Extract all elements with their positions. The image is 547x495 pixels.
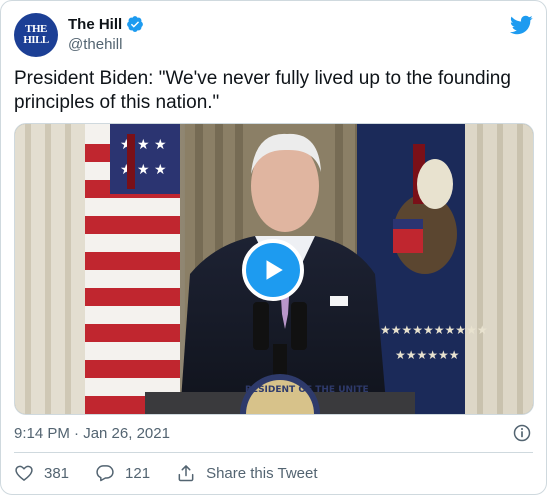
author-display-name[interactable]: The Hill <box>68 16 122 33</box>
verified-badge-icon <box>127 16 144 32</box>
avatar-text-line-2: HILL <box>23 34 49 46</box>
tweet-card: THE HILL The Hill @thehill President Bid… <box>0 0 547 495</box>
us-flag: ★ ★ ★ ★ ★ ★ <box>85 124 180 414</box>
tweet-header: THE HILL The Hill @thehill <box>14 13 533 57</box>
seal-text: RESIDENT OF THE UNITE <box>245 385 369 395</box>
play-icon <box>266 260 283 280</box>
info-icon[interactable] <box>512 423 532 443</box>
tweet-actions: 381 121 Share this Tweet <box>14 463 344 483</box>
divider <box>14 452 533 453</box>
share-label: Share this Tweet <box>206 464 318 482</box>
share-button[interactable]: Share this Tweet <box>176 463 318 483</box>
heart-icon <box>15 465 33 481</box>
share-icon <box>178 465 194 482</box>
tweet-timestamp[interactable]: 9:14 PM · Jan 26, 2021 <box>14 425 170 442</box>
twitter-bird-icon[interactable] <box>509 13 533 37</box>
svg-text:★★★★★★★★★★: ★★★★★★★★★★ <box>380 323 488 337</box>
tweet-text: President Biden: "We've never fully live… <box>14 68 511 113</box>
reply-count: 121 <box>125 464 151 482</box>
reply-button[interactable]: 121 <box>95 463 150 483</box>
like-button[interactable]: 381 <box>14 463 69 483</box>
play-button[interactable] <box>242 239 304 301</box>
author-name-row[interactable]: The Hill <box>68 15 144 33</box>
reply-icon <box>96 465 114 482</box>
avatar[interactable]: THE HILL <box>14 13 58 57</box>
like-count: 381 <box>44 464 70 482</box>
svg-text:★★★★★★: ★★★★★★ <box>395 348 460 362</box>
svg-text:★ ★ ★: ★ ★ ★ <box>120 137 167 153</box>
svg-text:★ ★ ★: ★ ★ ★ <box>120 162 167 178</box>
video-player[interactable]: ★ ★ ★ ★ ★ ★ ★★★★★★★★★★ ★★★★★★ RESIDENT O… <box>14 123 534 415</box>
author-handle[interactable]: @thehill <box>68 36 122 53</box>
